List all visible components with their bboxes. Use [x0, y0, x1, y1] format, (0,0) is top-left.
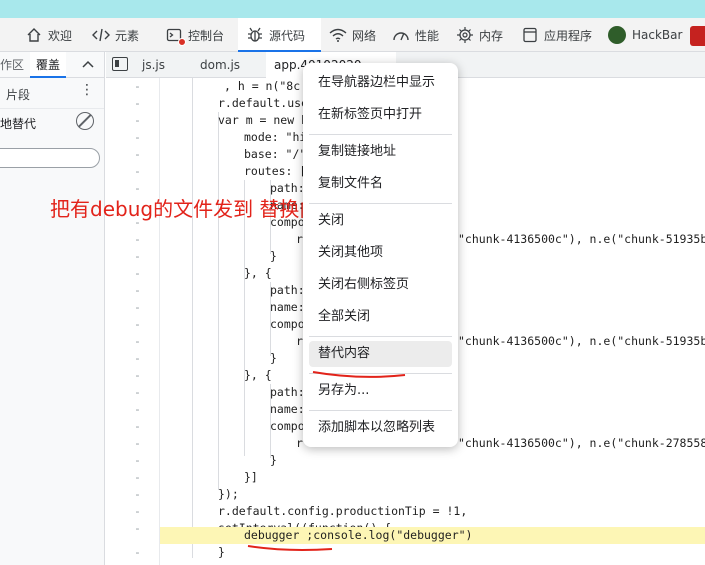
- navigator-tabs: 作区 覆盖: [0, 51, 104, 78]
- tab-label: 网络: [352, 28, 377, 43]
- chevron-up-icon[interactable]: [82, 58, 94, 72]
- tab-overrides[interactable]: 覆盖: [30, 51, 67, 78]
- menu-item-close-all[interactable]: 全部关闭: [303, 304, 458, 330]
- menu-item-close-right[interactable]: 关闭右侧标签页: [303, 272, 458, 298]
- menu-separator: [309, 410, 452, 411]
- console-icon: [165, 26, 186, 46]
- menu-item-open-new-tab[interactable]: 在新标签页中打开: [303, 102, 458, 128]
- clear-overrides-icon[interactable]: [76, 112, 94, 130]
- tab-welcome[interactable]: 欢迎: [25, 18, 72, 52]
- devtools-toolbar: 欢迎 元素 控制台 源代码 网络 性能 内存 应用程序 HackBar: [0, 18, 705, 52]
- more-options-icon[interactable]: ⋮: [80, 82, 94, 98]
- menu-item-copy-link[interactable]: 复制链接地址: [303, 139, 458, 165]
- tab-elements[interactable]: 元素: [92, 18, 139, 52]
- tab-memory[interactable]: 内存: [456, 18, 503, 52]
- tab-label: 源代码: [269, 28, 306, 43]
- tab-console[interactable]: 控制台: [165, 18, 224, 52]
- annotation-underline: [247, 545, 333, 551]
- code-line: -}]: [134, 470, 258, 484]
- menu-item-copy-filename[interactable]: 复制文件名: [303, 171, 458, 197]
- tab-workspace[interactable]: 作区: [0, 52, 30, 78]
- wifi-icon: [329, 26, 347, 44]
- error-badge: [178, 38, 186, 46]
- tab-label: 应用程序: [544, 28, 593, 43]
- menu-item-close-others[interactable]: 关闭其他项: [303, 240, 458, 266]
- menu-item-override-content[interactable]: 替代内容: [309, 341, 452, 367]
- menu-separator: [309, 336, 452, 337]
- editor-tab-dom[interactable]: dom.js: [200, 52, 240, 78]
- home-icon: [25, 26, 43, 44]
- tab-label: HackBar: [632, 28, 683, 42]
- tab-performance[interactable]: 性能: [392, 18, 439, 52]
- annotation-menu-underline: [312, 371, 406, 378]
- overrides-row: 地替代: [0, 108, 104, 134]
- code-line: -}: [134, 453, 277, 467]
- menu-separator: [309, 203, 452, 204]
- code-line: -}: [134, 545, 225, 559]
- context-menu: 在导航器边栏中显示 在新标签页中打开 复制链接地址 复制文件名 关闭 关闭其他项…: [303, 63, 458, 447]
- menu-item-reveal-in-navigator[interactable]: 在导航器边栏中显示: [303, 70, 458, 96]
- tab-hackbar[interactable]: HackBar: [608, 18, 682, 52]
- toggle-navigator-icon[interactable]: [112, 57, 128, 71]
- app-icon: [521, 26, 539, 44]
- menu-separator: [309, 134, 452, 135]
- navigator-more-row: 片段 ⋮: [0, 78, 104, 108]
- tab-label: 内存: [479, 28, 504, 43]
- tab-label: 性能: [415, 28, 440, 43]
- code-line: -});: [134, 487, 239, 501]
- code-line: - r.default.config.productionTip = !1,: [134, 504, 468, 518]
- tab-sources[interactable]: 源代码: [238, 18, 321, 52]
- bug-icon: [246, 26, 264, 44]
- tab-label: 控制台: [188, 28, 225, 43]
- tab-label: 元素: [115, 28, 140, 43]
- gauge-icon: [392, 26, 410, 44]
- snippets-label[interactable]: 片段: [6, 86, 30, 103]
- chip-icon: [456, 26, 474, 44]
- highlighted-debugger-line: debugger ;console.log("debugger"): [160, 527, 705, 544]
- code-brackets-icon: [92, 26, 110, 44]
- top-strip: [0, 0, 705, 18]
- devtools-window: 欢迎 元素 控制台 源代码 网络 性能 内存 应用程序 HackBar 作区 覆…: [0, 0, 705, 565]
- menu-item-close[interactable]: 关闭: [303, 208, 458, 234]
- tab-label: 欢迎: [48, 28, 73, 43]
- enable-overrides-label[interactable]: 地替代: [0, 115, 36, 132]
- editor-tab-js[interactable]: js.js: [142, 52, 165, 78]
- sources-navigator: 作区 覆盖 片段 ⋮ 地替代: [0, 51, 105, 565]
- extension-icon[interactable]: [690, 26, 705, 46]
- tab-network[interactable]: 网络: [329, 18, 376, 52]
- overrides-folder-input[interactable]: [0, 148, 100, 168]
- tab-application[interactable]: 应用程序: [521, 18, 592, 52]
- hackbar-icon: [608, 26, 626, 44]
- menu-item-save-as[interactable]: 另存为...: [303, 378, 458, 404]
- menu-item-add-to-ignore-list[interactable]: 添加脚本以忽略列表: [303, 415, 458, 441]
